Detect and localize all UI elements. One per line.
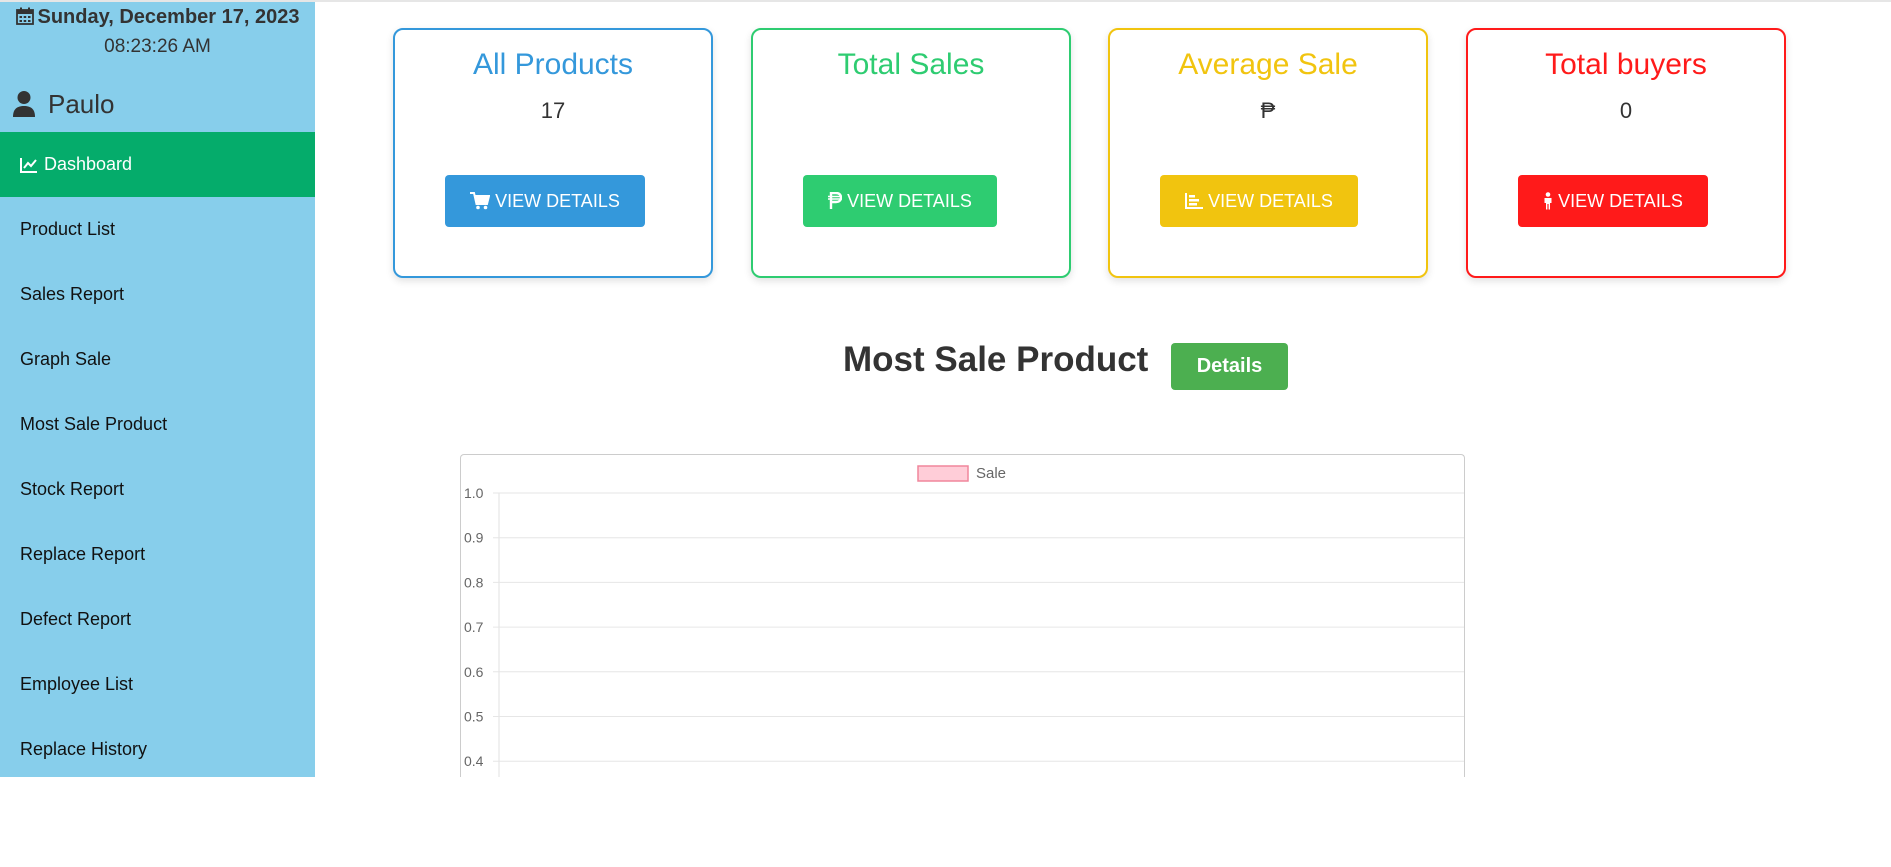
button-label: VIEW DETAILS [847, 190, 972, 211]
sidebar-item-employee-list[interactable]: Employee List [0, 652, 315, 717]
sidebar-item-most-sale-product[interactable]: Most Sale Product [0, 392, 315, 457]
legend-label[interactable]: Sale [976, 465, 1006, 482]
most-sale-chart: Sale 1.0 0.9 0.8 0.7 0.6 0.5 0.4 [460, 454, 1465, 794]
time-display: 08:23:26 AM [104, 36, 211, 57]
sidebar-item-stock-report[interactable]: Stock Report [0, 457, 315, 522]
card-value: 0 [1619, 98, 1633, 123]
card-value: ₱ [1260, 98, 1276, 123]
sidebar-item-dashboard[interactable]: Dashboard [0, 132, 315, 197]
sidebar-item-defect-report[interactable]: Defect Report [0, 587, 315, 652]
details-button[interactable]: Details [1171, 343, 1288, 390]
sidebar-item-label: Most Sale Product [20, 414, 168, 434]
sidebar-item-label: Product List [20, 219, 116, 239]
sidebar-item-label: Employee List [20, 674, 134, 694]
y-tick-label: 0.6 [464, 664, 484, 680]
y-tick-label: 1.0 [464, 485, 484, 501]
sidebar-item-label: Replace History [20, 739, 148, 759]
button-label: VIEW DETAILS [1558, 190, 1683, 211]
card-total-sales: Total Sales VIEW DETAILS [751, 28, 1071, 278]
page-footer-area [0, 777, 1891, 867]
line-chart-icon [20, 157, 37, 173]
y-tick-label: 0.5 [464, 709, 484, 725]
card-average-sale: Average Sale ₱ VIEW DETAILS [1108, 28, 1428, 278]
card-title: All Products [472, 48, 634, 81]
bar-chart-icon [1185, 193, 1204, 209]
user-icon [13, 91, 35, 117]
card-total-buyers: Total buyers 0 VIEW DETAILS [1466, 28, 1786, 278]
view-details-button[interactable]: VIEW DETAILS [1160, 175, 1358, 227]
sidebar-item-replace-history[interactable]: Replace History [0, 717, 315, 777]
sidebar-item-label: Dashboard [44, 154, 133, 174]
y-tick-label: 0.8 [464, 574, 484, 590]
y-tick-label: 0.9 [464, 530, 484, 546]
y-tick-label: 0.7 [464, 619, 484, 635]
view-details-button[interactable]: VIEW DETAILS [445, 175, 645, 227]
card-title: Average Sale [1178, 48, 1358, 81]
view-details-button[interactable]: VIEW DETAILS [1518, 175, 1708, 227]
calendar-icon [15, 7, 34, 25]
button-label: VIEW DETAILS [495, 190, 620, 211]
person-icon [1544, 192, 1552, 210]
sidebar-item-graph-sale[interactable]: Graph Sale [0, 327, 315, 392]
button-label: VIEW DETAILS [1208, 190, 1333, 211]
card-title: Total Sales [837, 48, 985, 81]
user-name: Paulo [48, 88, 115, 119]
sidebar-item-product-list[interactable]: Product List [0, 197, 315, 262]
cart-icon [470, 192, 491, 210]
y-tick-label: 0.4 [464, 753, 484, 769]
section-title: Most Sale Product [843, 340, 1149, 379]
sidebar-item-replace-report[interactable]: Replace Report [0, 522, 315, 587]
sidebar: Sunday, December 17, 2023 08:23:26 AM Pa… [0, 2, 315, 777]
sidebar-item-label: Graph Sale [20, 349, 112, 369]
view-details-button[interactable]: VIEW DETAILS [803, 175, 997, 227]
legend-swatch[interactable] [917, 465, 969, 482]
sidebar-item-label: Sales Report [20, 284, 125, 304]
chart-canvas: Sale 1.0 0.9 0.8 0.7 0.6 0.5 0.4 [464, 465, 1464, 794]
peso-icon [828, 192, 843, 209]
sidebar-item-label: Replace Report [20, 544, 146, 564]
sidebar-nav: Dashboard Product List Sales Report Grap… [0, 132, 315, 777]
user-profile: Paulo [12, 86, 115, 122]
sidebar-item-label: Defect Report [20, 609, 132, 629]
card-title: Total buyers [1545, 48, 1707, 81]
sidebar-item-sales-report[interactable]: Sales Report [0, 262, 315, 327]
card-value: 17 [540, 98, 566, 123]
card-all-products: All Products 17 VIEW DETAILS [393, 28, 713, 278]
date-text: Sunday, December 17, 2023 [37, 6, 300, 28]
date-display: Sunday, December 17, 2023 [0, 6, 315, 29]
sidebar-item-label: Stock Report [20, 479, 125, 499]
